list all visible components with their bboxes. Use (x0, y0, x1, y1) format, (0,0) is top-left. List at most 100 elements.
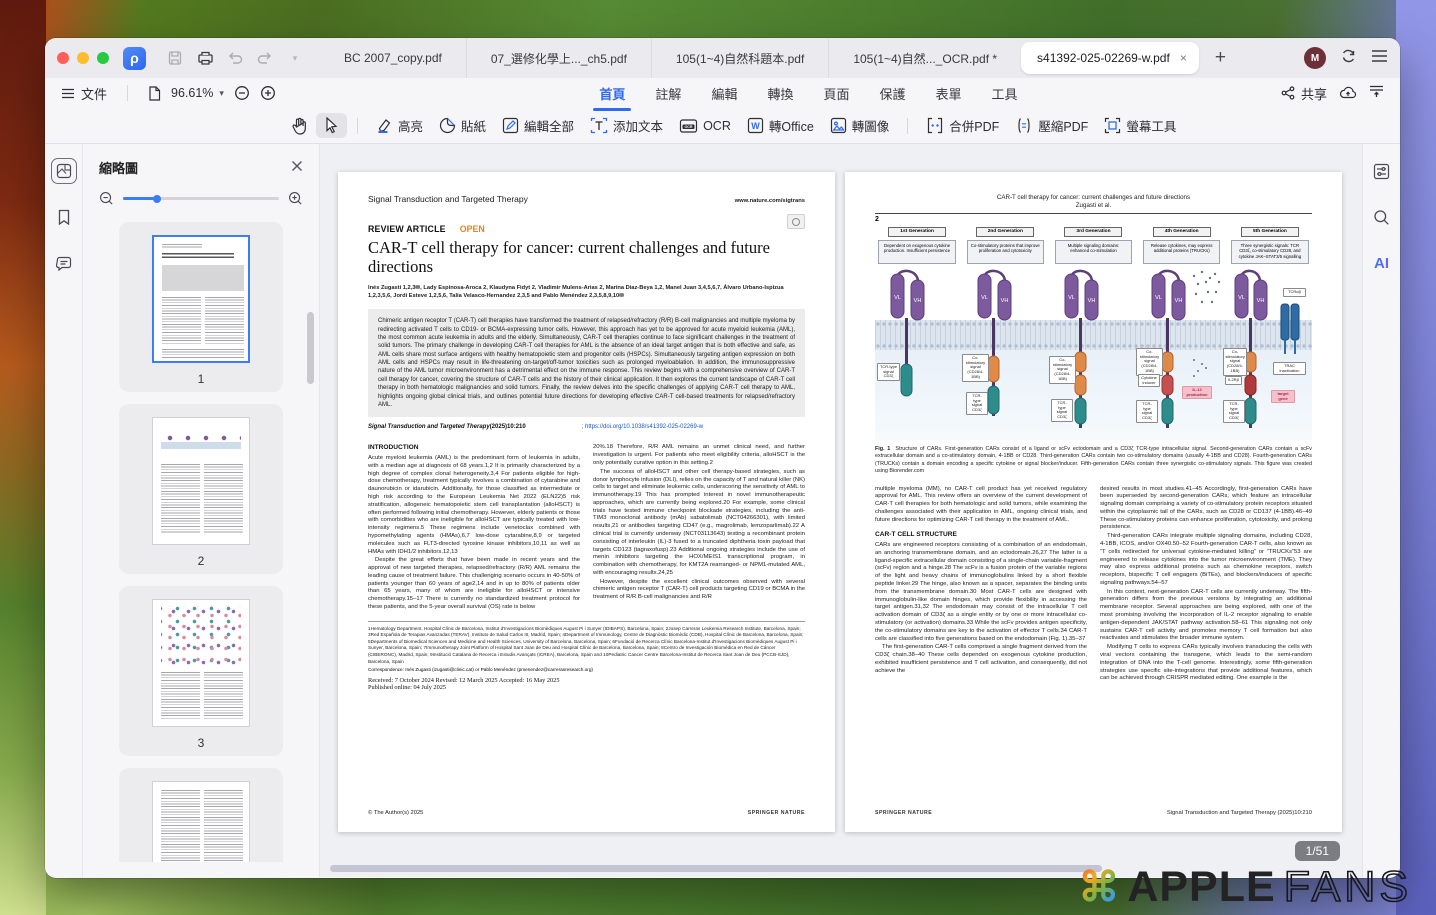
cursor-icon (324, 117, 339, 134)
tab-tools[interactable]: 工具 (990, 80, 1020, 107)
apple-fans-watermark: ⌘ APPLE FANS (1078, 866, 1412, 909)
figure-label: TCR-type signal CD3ζ (1051, 399, 1073, 422)
tab-convert[interactable]: 轉換 (765, 80, 795, 107)
thumbnail-item-1[interactable]: 1 (119, 222, 283, 392)
document-tab[interactable]: 105(1~4)自然科題本.pdf (651, 38, 828, 78)
thumbnails-panel-button[interactable] (51, 158, 77, 184)
redo-icon[interactable] (252, 45, 278, 71)
hand-tool-button[interactable] (283, 113, 316, 139)
tool-label: 合併PDF (949, 116, 999, 135)
traffic-lights (57, 52, 109, 64)
merge-pdf-tool-button[interactable]: 合併PDF (918, 112, 1007, 139)
car-gen2: VL VH Co-stimulatory signal (CD28/4-1BB)… (962, 268, 1049, 440)
zoom-level-dropdown[interactable]: 96.61% ▾ (171, 86, 224, 100)
close-window-button[interactable] (57, 52, 69, 64)
tab-page[interactable]: 頁面 (821, 80, 851, 107)
properties-panel-button[interactable] (1369, 158, 1395, 184)
figure-label: Co-stimulatory signal (CD28/4-1BB) (1136, 348, 1163, 376)
titlebar-right: M (1304, 47, 1388, 69)
account-avatar[interactable]: M (1304, 47, 1326, 69)
publisher-logo-text: SPRINGER NATURE (875, 810, 932, 816)
toolbar-more-caret-icon[interactable]: ▾ (282, 45, 308, 71)
figure-label: Co-stimulatory signal (CD28/4-1BB) (1223, 348, 1247, 376)
open-access-label: OPEN (460, 224, 485, 234)
document-tab[interactable]: BC 2007_copy.pdf (320, 38, 466, 78)
divider (357, 118, 358, 134)
highlight-tool-button[interactable]: 高亮 (368, 112, 431, 139)
ocr-tool-button[interactable]: OCR OCR (671, 114, 739, 138)
figure-label: target gene (1271, 390, 1295, 404)
car-gen4: VL VH Co-stimulatory signal (CD28/4-1BB)… (1136, 268, 1223, 440)
tab-home[interactable]: 首頁 (597, 80, 627, 107)
horizontal-scrollbar[interactable] (330, 865, 1102, 872)
thumbnail-item-4[interactable]: 4 (119, 768, 283, 862)
search-button[interactable] (1369, 204, 1395, 230)
tab-form[interactable]: 表單 (934, 80, 964, 107)
thumbnail-page-number: 1 (198, 372, 205, 386)
citation-row: Signal Transduction and Targeted Therapy… (368, 424, 805, 430)
tab-annotate[interactable]: 註解 (653, 80, 683, 107)
share-button[interactable]: 共享 (1281, 84, 1327, 103)
figure-caption: Fig. 1 Structure of CARs. First-generati… (875, 446, 1312, 476)
new-tab-button[interactable]: + (1199, 47, 1242, 69)
document-tab[interactable]: 105(1~4)自然..._OCR.pdf * (828, 38, 1021, 78)
zoom-out-button[interactable] (234, 85, 250, 101)
copyright: © The Author(s) 2025 (368, 810, 423, 816)
ai-assistant-button[interactable]: AI (1369, 250, 1395, 276)
thumbnail-zoom-slider (83, 179, 319, 210)
screen-tools-icon (1104, 117, 1121, 134)
to-office-tool-button[interactable]: W 轉Office (739, 112, 822, 139)
section-heading: INTRODUCTION (368, 444, 580, 453)
to-office-icon: W (747, 117, 764, 134)
annotations-panel-button[interactable] (51, 250, 77, 276)
column-text: 20%.18 Therefore, R/R AML remains an unm… (593, 444, 805, 602)
slider-zoom-in-icon[interactable] (288, 191, 303, 206)
sticker-tool-button[interactable]: 貼紙 (431, 112, 494, 139)
document-tab[interactable]: 07_選修化學上..._ch5.pdf (466, 38, 651, 78)
minimize-window-button[interactable] (77, 52, 89, 64)
file-menu-button[interactable]: 文件 (61, 84, 107, 103)
figure-label: Cytokine inducer (1138, 374, 1160, 388)
generation-title: 2nd Generation (976, 227, 1034, 237)
main-menu-icon[interactable] (1371, 49, 1388, 68)
undo-icon[interactable] (222, 45, 248, 71)
panel-scrollbar[interactable] (307, 312, 314, 384)
zoom-in-button[interactable] (260, 85, 276, 101)
cloud-upload-icon[interactable] (1339, 85, 1357, 102)
car-diagram: VL VH TCR-type signal CD3ζ (875, 268, 1312, 440)
select-tool-button[interactable] (316, 113, 347, 138)
slider-zoom-out-icon[interactable] (99, 191, 114, 206)
add-text-tool-button[interactable]: 添加文本 (582, 112, 671, 139)
sync-icon[interactable] (1340, 48, 1357, 69)
tab-edit[interactable]: 編輯 (709, 80, 739, 107)
slider-knob[interactable] (153, 195, 161, 203)
to-image-tool-button[interactable]: 轉圖像 (822, 112, 898, 139)
screen-tools-button[interactable]: 螢幕工具 (1096, 112, 1184, 139)
compress-pdf-tool-button[interactable]: 壓縮PDF (1007, 112, 1096, 139)
document-tab-active[interactable]: s41392-025-02269-w.pdf × (1021, 42, 1199, 74)
running-head-title: CAR-T cell therapy for cancer: current c… (875, 194, 1312, 202)
doi-link[interactable]: ; https://doi.org/10.1038/s41392-025-022… (582, 424, 703, 430)
chevron-down-icon: ▾ (219, 88, 224, 99)
ocr-icon: OCR (679, 118, 698, 134)
column-left: multiple myeloma (MM), no CAR-T cell pro… (875, 486, 1087, 684)
panel-close-icon[interactable] (291, 159, 303, 177)
paragraph: CARs are engineered receptors consisting… (875, 542, 1087, 643)
thumbnail-item-2[interactable]: 2 (119, 404, 283, 574)
slider-track[interactable] (123, 197, 279, 200)
thumbnail-item-3[interactable]: 3 (119, 586, 283, 756)
page-display-icon[interactable] (148, 86, 161, 101)
document-viewer[interactable]: Signal Transduction and Targeted Therapy… (320, 144, 1362, 877)
bookmarks-panel-button[interactable] (51, 204, 77, 230)
edit-all-tool-button[interactable]: 編輯全部 (494, 112, 582, 139)
svg-text:VL: VL (894, 295, 901, 301)
tab-close-icon[interactable]: × (1180, 52, 1187, 64)
collapse-toolbar-icon[interactable] (1369, 85, 1384, 101)
generation-desc: Dependent on exogenous cytokine producti… (878, 240, 955, 264)
tab-protect[interactable]: 保護 (877, 80, 907, 107)
save-icon[interactable] (162, 45, 188, 71)
car-gen5: VL VH Co-stimula (1223, 268, 1310, 440)
print-icon[interactable] (192, 45, 218, 71)
zoom-window-button[interactable] (97, 52, 109, 64)
tool-label: 轉Office (769, 116, 814, 135)
